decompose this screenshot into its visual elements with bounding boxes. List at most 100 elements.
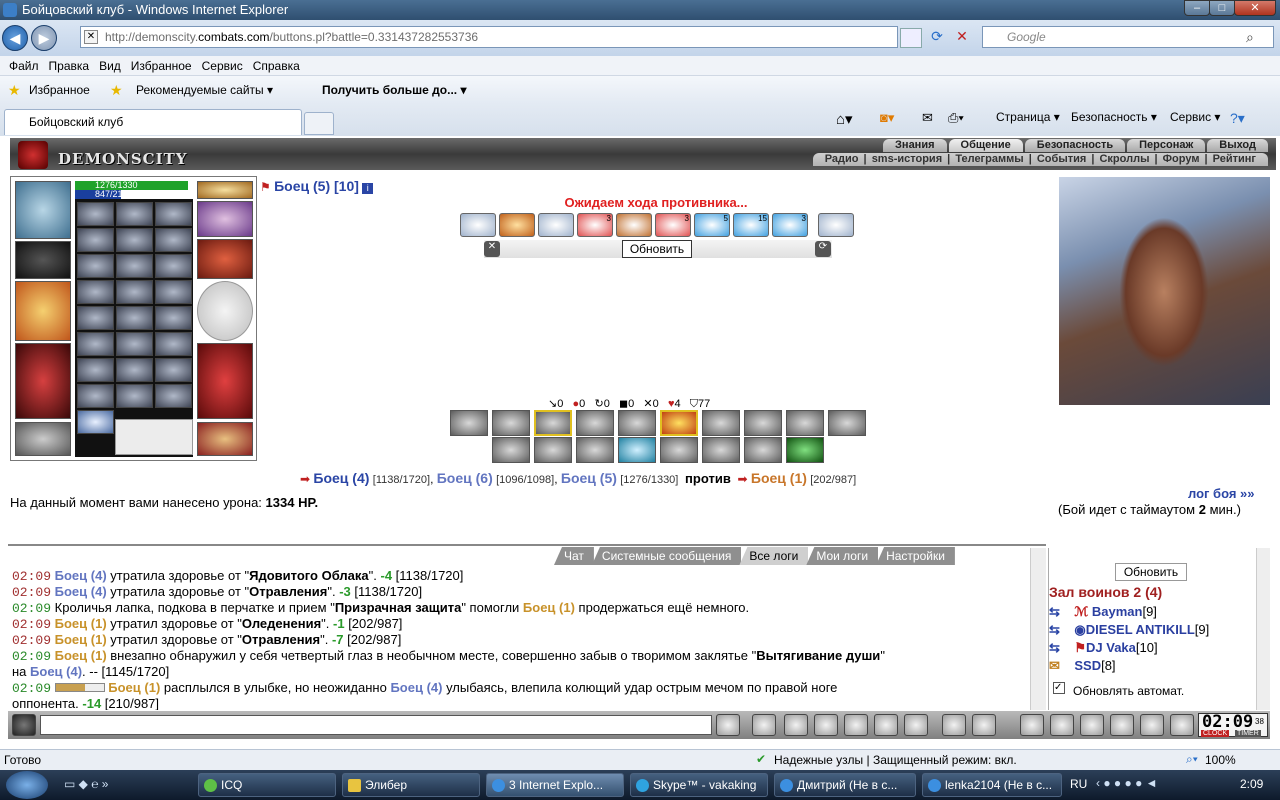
ability-icon[interactable] — [660, 437, 698, 463]
taskbar-item[interactable]: lenka2104 (Не в с... — [922, 773, 1062, 797]
refresh-button[interactable]: Обновить — [622, 240, 692, 258]
search-input[interactable]: Google — [982, 26, 1274, 48]
menu-help[interactable]: Справка — [248, 56, 305, 76]
gloves-slot[interactable] — [15, 241, 71, 279]
autorefresh-checkbox[interactable]: ✓ — [1053, 682, 1065, 694]
crystal-skill-icon[interactable]: 3 — [772, 213, 808, 237]
start-button[interactable] — [6, 771, 48, 799]
taskbar-item[interactable]: Дмитрий (Не в с... — [774, 773, 916, 797]
send-icon[interactable] — [716, 714, 740, 736]
team2-member[interactable]: Боец (1) — [751, 470, 807, 486]
bracers-slot[interactable] — [197, 239, 253, 279]
mail-icon[interactable]: ✉ — [922, 110, 933, 126]
ability-icon[interactable] — [492, 410, 530, 436]
security-menu[interactable]: Безопасность ▾ — [1071, 110, 1157, 124]
bag-item[interactable] — [155, 332, 192, 356]
tray-icons[interactable]: ‹ ● ● ● ● ◄ — [1096, 776, 1158, 790]
fire-skill-icon[interactable] — [499, 213, 535, 237]
bag-item[interactable] — [155, 280, 192, 304]
add-favorite-icon[interactable]: ★ — [110, 82, 123, 99]
recommended-sites[interactable]: Рекомендуемые сайты ▾ — [136, 83, 273, 97]
ability-icon[interactable] — [744, 437, 782, 463]
bag-item[interactable] — [77, 254, 114, 278]
zoom-level[interactable]: 100% — [1205, 753, 1236, 767]
flag-icon[interactable] — [1140, 714, 1164, 736]
ability-icon[interactable] — [576, 410, 614, 436]
armor-slot[interactable] — [15, 343, 71, 419]
heart-skill-icon[interactable]: 3 — [577, 213, 613, 237]
chat-input[interactable] — [40, 715, 712, 735]
taskbar-item[interactable]: Skype™ - vakaking — [630, 773, 768, 797]
bag-item[interactable] — [77, 332, 114, 356]
pen-icon[interactable] — [1050, 714, 1074, 736]
menu-exit[interactable]: Выход — [1207, 139, 1268, 152]
bag-item[interactable] — [77, 202, 114, 226]
team1-member[interactable]: Боец (6) — [437, 470, 493, 486]
ability-icon[interactable] — [828, 410, 866, 436]
forward-button[interactable]: ▶ — [31, 25, 57, 51]
bag-item[interactable] — [155, 202, 192, 226]
team1-member[interactable]: Боец (5) — [561, 470, 617, 486]
bag-item[interactable] — [155, 228, 192, 252]
heart-skill-icon[interactable]: 3 — [655, 213, 691, 237]
bag-item[interactable] — [116, 384, 153, 408]
search-icon[interactable]: ⌕ — [1246, 29, 1254, 46]
compat-icon[interactable] — [900, 28, 922, 48]
tab-system[interactable]: Системные сообщения — [591, 547, 742, 565]
close-button[interactable]: ✕ — [1234, 0, 1276, 16]
amulet-slot[interactable] — [197, 181, 253, 199]
ability-icon[interactable] — [618, 437, 656, 463]
belt-slot[interactable] — [15, 422, 71, 456]
menu-edit[interactable]: Правка — [44, 56, 95, 76]
fight-icon[interactable]: ⇆ — [1049, 622, 1060, 637]
menu-file[interactable]: Файл — [4, 56, 44, 76]
bag-item[interactable] — [77, 410, 114, 434]
bag-item[interactable] — [155, 254, 192, 278]
bag-item[interactable] — [116, 332, 153, 356]
page-menu[interactable]: Страница ▾ — [996, 110, 1060, 124]
sub-sms[interactable]: sms-история — [870, 153, 944, 165]
room-refresh-button[interactable]: Обновить — [1115, 563, 1187, 581]
shield-skill-icon[interactable] — [538, 213, 574, 237]
bag-item[interactable] — [116, 228, 153, 252]
filter-icon[interactable] — [784, 714, 808, 736]
bag-item[interactable] — [116, 306, 153, 330]
ability-icon[interactable] — [744, 410, 782, 436]
bag-item[interactable] — [77, 358, 114, 382]
smiley-icon[interactable] — [942, 714, 966, 736]
ability-icon[interactable] — [702, 410, 740, 436]
mask-icon[interactable] — [1080, 714, 1104, 736]
boots-slot[interactable] — [197, 422, 253, 456]
menu-tools[interactable]: Сервис — [197, 56, 248, 76]
battle-log-link[interactable]: лог боя »» — [1188, 486, 1255, 501]
clear-icon[interactable] — [752, 714, 776, 736]
menu-view[interactable]: Вид — [94, 56, 126, 76]
room-scrollbar[interactable] — [1256, 548, 1270, 710]
shield-skill-icon[interactable] — [460, 213, 496, 237]
bag-item[interactable] — [116, 254, 153, 278]
bag-item[interactable] — [77, 384, 114, 408]
ability-icon[interactable] — [492, 437, 530, 463]
crystal-skill-icon[interactable]: 15 — [733, 213, 769, 237]
tab-all-logs[interactable]: Все логи — [739, 547, 809, 565]
fraction-icon[interactable] — [874, 714, 898, 736]
fight-icon[interactable]: ⇆ — [1049, 604, 1060, 619]
browser-tab[interactable]: Бойцовский клуб — [4, 109, 302, 135]
exit-icon[interactable] — [1170, 714, 1194, 736]
favorites-button[interactable]: Избранное — [29, 83, 90, 97]
bag-item[interactable] — [77, 306, 114, 330]
shield-slot[interactable] — [197, 281, 253, 341]
help-icon[interactable]: ?▾ — [1230, 110, 1245, 127]
bag-item[interactable] — [155, 306, 192, 330]
ability-icon[interactable] — [534, 410, 572, 436]
zoom-icon[interactable]: ⌕▾ — [1186, 752, 1198, 767]
sub-scrolls[interactable]: Скроллы — [1097, 153, 1151, 165]
menu-communication[interactable]: Общение — [948, 139, 1023, 152]
menu-favorites[interactable]: Избранное — [126, 56, 197, 76]
taskbar-item[interactable]: Элибер — [342, 773, 480, 797]
ability-icon[interactable] — [576, 437, 614, 463]
room-player[interactable]: ⇆ ⚑DJ Vaka[10] — [1049, 640, 1158, 656]
minimize-button[interactable]: – — [1184, 0, 1210, 16]
print-icon[interactable]: ⎙▾ — [948, 110, 964, 126]
ability-icon[interactable] — [618, 410, 656, 436]
